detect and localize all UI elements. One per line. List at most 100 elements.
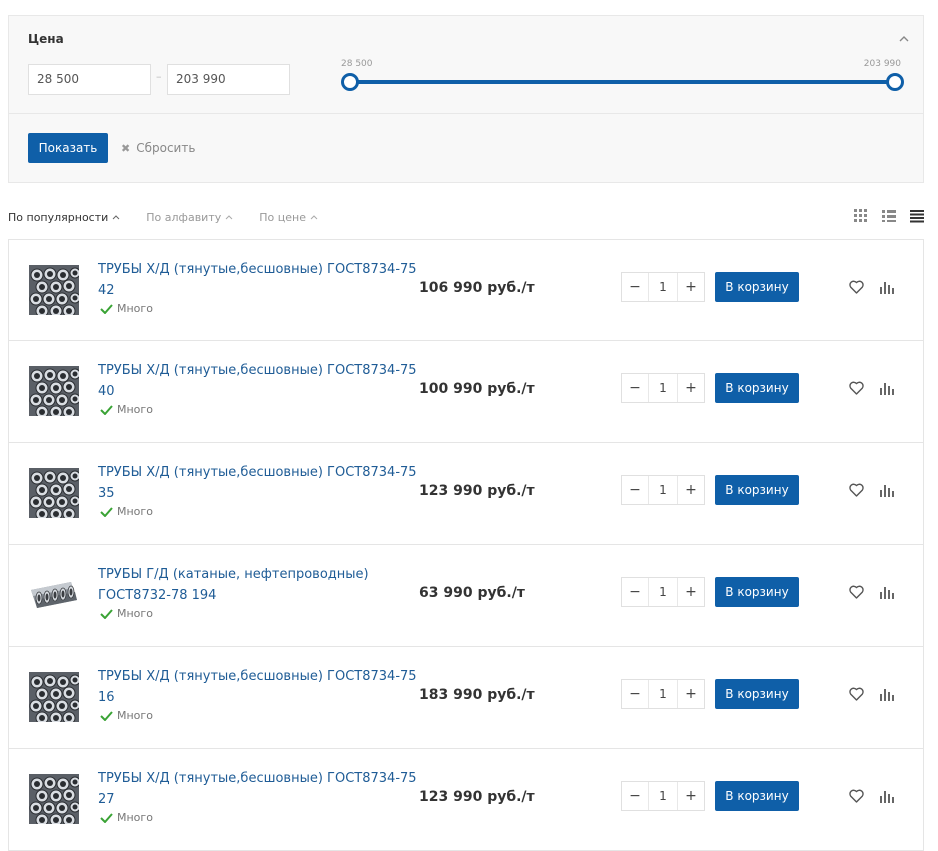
product-row: ТРУБЫ Х/Д (тянутые,бесшовные) ГОСТ8734-7… (8, 749, 924, 851)
quantity-input[interactable]: 1 (648, 578, 678, 606)
compare-chart-icon[interactable] (879, 687, 895, 701)
price-range-track[interactable] (349, 80, 902, 84)
add-to-cart-button[interactable]: В корзину (715, 272, 799, 302)
stock-status: Много (100, 505, 153, 518)
chevron-up-icon (310, 215, 318, 220)
product-name-link[interactable]: ТРУБЫ Х/Д (тянутые,бесшовные) ГОСТ8734-7… (98, 768, 418, 810)
product-price: 123 990 руб./т (419, 483, 535, 499)
product-row: ТРУБЫ Х/Д (тянутые,бесшовные) ГОСТ8734-7… (8, 239, 924, 341)
product-price: 106 990 руб./т (419, 280, 535, 296)
product-image[interactable] (29, 468, 79, 518)
product-image[interactable] (29, 366, 79, 416)
sort-price[interactable]: По цене (259, 209, 318, 225)
quantity-stepper: − 1 + (621, 373, 705, 403)
compare-chart-icon[interactable] (879, 381, 895, 395)
plus-button[interactable]: + (678, 476, 704, 504)
reset-button[interactable]: ✖ Сбросить (121, 141, 195, 155)
product-image[interactable] (29, 265, 79, 315)
minus-button[interactable]: − (622, 680, 648, 708)
sort-alphabet[interactable]: По алфавиту (146, 209, 233, 225)
view-switcher (854, 209, 924, 223)
compare-chart-icon[interactable] (879, 585, 895, 599)
quantity-input[interactable]: 1 (648, 273, 678, 301)
quantity-input[interactable]: 1 (648, 374, 678, 402)
plus-button[interactable]: + (678, 374, 704, 402)
heart-icon[interactable] (849, 381, 864, 395)
minus-button[interactable]: − (622, 578, 648, 606)
product-list: ТРУБЫ Х/Д (тянутые,бесшовные) ГОСТ8734-7… (8, 239, 924, 851)
sort-label: По цене (259, 210, 306, 224)
product-name-link[interactable]: ТРУБЫ Х/Д (тянутые,бесшовные) ГОСТ8734-7… (98, 259, 418, 301)
add-to-cart-button[interactable]: В корзину (715, 679, 799, 709)
compare-chart-icon[interactable] (879, 483, 895, 497)
range-handle-min[interactable] (341, 73, 359, 91)
heart-icon[interactable] (849, 687, 864, 701)
price-filter: Цена 28 500 – 203 990 28 500 203 990 Пок… (8, 15, 924, 183)
quantity-stepper: − 1 + (621, 781, 705, 811)
steel-pipes-icon (29, 366, 79, 416)
sort-popularity[interactable]: По популярности (8, 209, 120, 225)
minus-button[interactable]: − (622, 782, 648, 810)
range-handle-max[interactable] (886, 73, 904, 91)
product-price: 183 990 руб./т (419, 687, 535, 703)
quantity-input[interactable]: 1 (648, 476, 678, 504)
checkmark-icon (100, 303, 113, 314)
quantity-stepper: − 1 + (621, 475, 705, 505)
grid-view-icon[interactable] (854, 209, 868, 223)
add-to-cart-button[interactable]: В корзину (715, 577, 799, 607)
product-name-link[interactable]: ТРУБЫ Г/Д (катаные, нефтепроводные) ГОСТ… (98, 564, 418, 606)
price-from-input[interactable]: 28 500 (28, 64, 151, 95)
stock-label: Много (117, 302, 153, 315)
stock-label: Много (117, 709, 153, 722)
list-view-icon[interactable] (882, 209, 896, 223)
product-image[interactable] (29, 672, 79, 722)
add-to-cart-button[interactable]: В корзину (715, 781, 799, 811)
product-row: ТРУБЫ Х/Д (тянутые,бесшовные) ГОСТ8734-7… (8, 341, 924, 443)
minus-button[interactable]: − (622, 273, 648, 301)
steel-pipes-icon (29, 672, 79, 722)
reset-label: Сбросить (136, 141, 196, 155)
product-name-link[interactable]: ТРУБЫ Х/Д (тянутые,бесшовные) ГОСТ8734-7… (98, 360, 418, 402)
range-max-label: 203 990 (863, 59, 901, 69)
checkmark-icon (100, 404, 113, 415)
heart-icon[interactable] (849, 789, 864, 803)
stock-status: Много (100, 709, 153, 722)
product-row: ТРУБЫ Х/Д (тянутые,бесшовные) ГОСТ8734-7… (8, 443, 924, 545)
show-button[interactable]: Показать (28, 133, 108, 163)
steel-pipes-row-icon (29, 570, 79, 620)
product-price: 123 990 руб./т (419, 789, 535, 805)
table-view-icon[interactable] (910, 209, 924, 223)
heart-icon[interactable] (849, 280, 864, 294)
minus-button[interactable]: − (622, 374, 648, 402)
product-name-link[interactable]: ТРУБЫ Х/Д (тянутые,бесшовные) ГОСТ8734-7… (98, 462, 418, 504)
filter-title: Цена (28, 32, 64, 46)
heart-icon[interactable] (849, 483, 864, 497)
add-to-cart-button[interactable]: В корзину (715, 373, 799, 403)
plus-button[interactable]: + (678, 578, 704, 606)
product-name-link[interactable]: ТРУБЫ Х/Д (тянутые,бесшовные) ГОСТ8734-7… (98, 666, 418, 708)
stock-status: Много (100, 811, 153, 824)
plus-button[interactable]: + (678, 273, 704, 301)
chevron-up-icon (225, 215, 233, 220)
quantity-input[interactable]: 1 (648, 680, 678, 708)
product-image[interactable] (29, 774, 79, 824)
compare-chart-icon[interactable] (879, 789, 895, 803)
checkmark-icon (100, 608, 113, 619)
plus-button[interactable]: + (678, 782, 704, 810)
stock-label: Много (117, 607, 153, 620)
close-icon: ✖ (121, 141, 131, 155)
price-dash: – (156, 70, 162, 83)
add-to-cart-button[interactable]: В корзину (715, 475, 799, 505)
price-to-input[interactable]: 203 990 (167, 64, 290, 95)
compare-chart-icon[interactable] (879, 280, 895, 294)
quantity-input[interactable]: 1 (648, 782, 678, 810)
sort-bar: По популярности По алфавиту По цене (8, 209, 318, 225)
heart-icon[interactable] (849, 585, 864, 599)
plus-button[interactable]: + (678, 680, 704, 708)
minus-button[interactable]: − (622, 476, 648, 504)
checkmark-icon (100, 812, 113, 823)
stock-label: Много (117, 403, 153, 416)
product-image[interactable] (29, 570, 79, 620)
chevron-up-icon[interactable] (899, 34, 909, 44)
divider (9, 113, 923, 114)
